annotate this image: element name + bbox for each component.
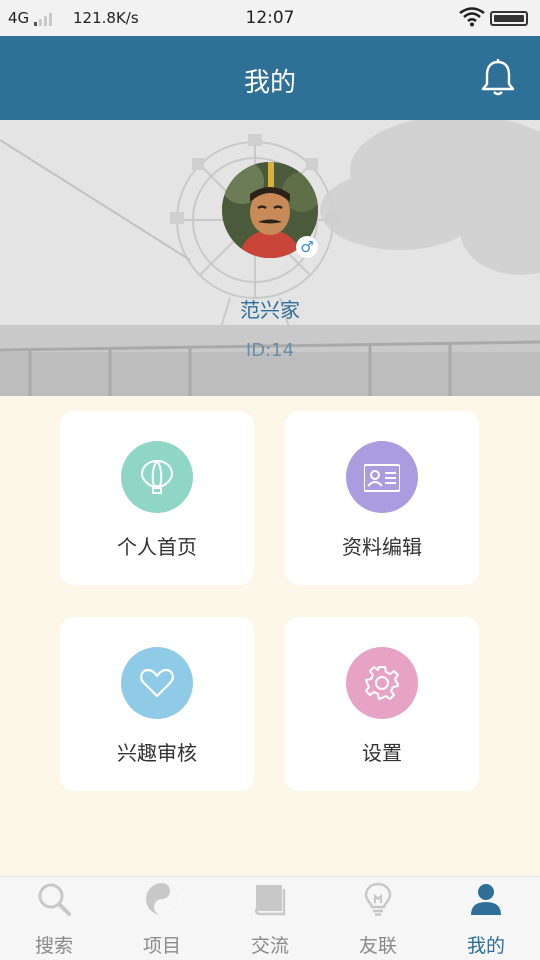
app-header: 我的 xyxy=(0,36,540,120)
user-id: ID:14 xyxy=(245,340,295,361)
interest-review-card[interactable]: 兴趣审核 xyxy=(60,617,254,791)
tab-mine-label: 我的 xyxy=(466,935,505,957)
tab-exchange-label: 交流 xyxy=(250,935,289,957)
status-bar: 4G 121.8K/s 12:07 xyxy=(0,0,540,36)
edit-profile-label: 资料编辑 xyxy=(342,535,422,559)
personal-homepage-label: 个人首页 xyxy=(117,535,197,559)
gear-icon-circle xyxy=(346,647,418,719)
bell-icon[interactable] xyxy=(480,58,516,98)
yin-yang-icon xyxy=(146,883,178,915)
interest-review-label: 兴趣审核 xyxy=(117,741,197,765)
tab-exchange[interactable]: 交流 xyxy=(216,877,324,960)
tab-mine[interactable]: 我的 xyxy=(432,877,540,960)
tab-search-label: 搜索 xyxy=(34,935,73,957)
heart-icon-circle xyxy=(121,647,193,719)
gear-icon xyxy=(365,666,399,700)
edit-profile-card[interactable]: 资料编辑 xyxy=(285,411,479,585)
book-icon xyxy=(254,885,286,916)
id-card-icon xyxy=(364,464,400,492)
tab-projects[interactable]: 项目 xyxy=(108,877,216,960)
tab-projects-label: 项目 xyxy=(142,935,181,957)
battery-icon xyxy=(490,11,528,26)
person-icon xyxy=(471,884,501,915)
settings-card[interactable]: 设置 xyxy=(285,617,479,791)
tab-search[interactable]: 搜索 xyxy=(0,877,108,960)
wifi-icon xyxy=(459,7,485,27)
heart-icon xyxy=(140,668,174,698)
id-card-icon-circle xyxy=(346,441,418,513)
tab-friends[interactable]: 友联 xyxy=(324,877,432,960)
personal-homepage-card[interactable]: 个人首页 xyxy=(60,411,254,585)
balloon-icon xyxy=(140,459,174,494)
search-icon xyxy=(38,883,71,916)
settings-label: 设置 xyxy=(362,741,402,765)
lightbulb-icon xyxy=(364,882,392,916)
tab-friends-label: 友联 xyxy=(358,935,397,957)
user-name: 范兴家 xyxy=(240,298,300,322)
balloon-icon-circle xyxy=(121,441,193,513)
gender-male-icon: ♂ xyxy=(296,236,318,258)
page-title: 我的 xyxy=(243,68,296,98)
bottom-tab-bar: 搜索 项目 交流 友联 我的 xyxy=(0,876,540,960)
